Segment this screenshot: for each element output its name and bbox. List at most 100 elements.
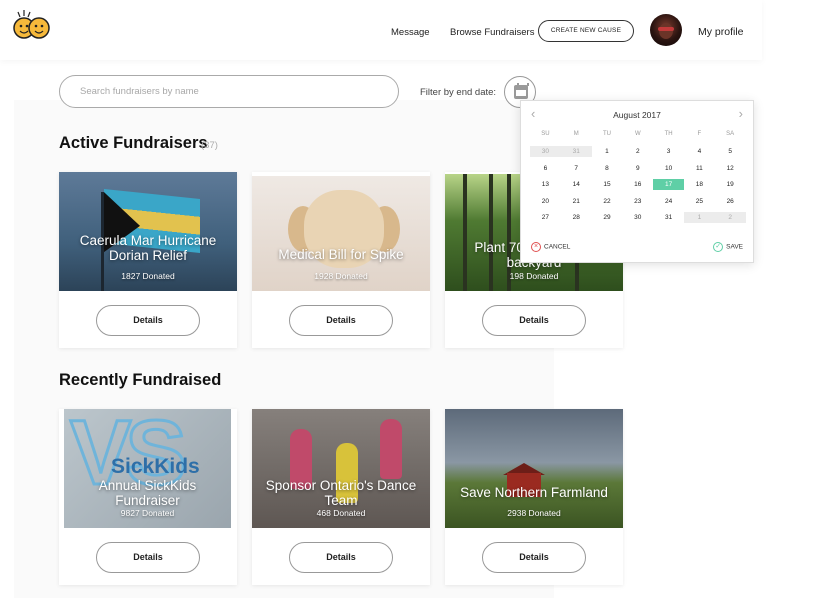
card-donated: 1928 Donated: [314, 271, 368, 281]
fundraiser-card[interactable]: Caerula Mar Hurricane Dorian Relief 1827…: [59, 172, 237, 348]
calendar-day[interactable]: 3: [653, 146, 684, 157]
weekday-label: TU: [602, 131, 611, 137]
card-title: Annual SickKids Fundraiser: [98, 478, 197, 508]
calendar-day[interactable]: 19: [715, 179, 746, 190]
calendar-day[interactable]: 31: [653, 212, 684, 223]
details-button[interactable]: Details: [96, 305, 200, 336]
save-button[interactable]: ✓ SAVE: [713, 242, 743, 252]
card-image-sickkids: VS SickKids Annual SickKids Fundraiser 9…: [64, 409, 231, 528]
calendar-day[interactable]: 7: [561, 163, 592, 174]
calendar-day[interactable]: 15: [592, 179, 623, 190]
calendar-day[interactable]: 26: [715, 196, 746, 207]
details-button[interactable]: Details: [482, 542, 586, 573]
check-icon: ✓: [713, 242, 724, 252]
calendar-day[interactable]: 16: [622, 179, 653, 190]
nav-browse-link[interactable]: Browse Fundraisers: [450, 27, 534, 38]
search-input[interactable]: [59, 75, 399, 108]
card-title: Medical Bill for Spike: [278, 247, 404, 262]
details-button[interactable]: Details: [96, 542, 200, 573]
details-button[interactable]: Details: [289, 305, 393, 336]
calendar-day[interactable]: 14: [561, 179, 592, 190]
top-nav: Message Browse Fundraisers CREATE NEW CA…: [0, 0, 762, 60]
fundraiser-card[interactable]: Save Northern Farmland 2938 Donated Deta…: [445, 409, 623, 585]
calendar-day[interactable]: 12: [715, 163, 746, 174]
card-image-dancers: Sponsor Ontario's Dance Team 468 Donated: [252, 409, 430, 528]
calendar-day[interactable]: 10: [653, 163, 684, 174]
calendar-day[interactable]: 5: [715, 146, 746, 157]
calendar-day[interactable]: 21: [561, 196, 592, 207]
calendar-day-selected[interactable]: 17: [653, 179, 684, 191]
fundraiser-card[interactable]: VS SickKids Annual SickKids Fundraiser 9…: [59, 409, 237, 585]
calendar-day[interactable]: 30: [622, 212, 653, 223]
card-title: Caerula Mar Hurricane Dorian Relief: [79, 233, 217, 263]
filter-label: Filter by end date:: [420, 87, 497, 98]
calendar-day-outside[interactable]: 2: [714, 212, 746, 224]
save-label: SAVE: [726, 243, 743, 251]
calendar-day-outside[interactable]: 31: [560, 146, 592, 157]
card-donated: 198 Donated: [509, 271, 559, 281]
active-fundraisers-title: Active Fundraisers: [59, 134, 208, 152]
cancel-button[interactable]: × CANCEL: [531, 242, 570, 252]
avatar[interactable]: [650, 14, 682, 46]
calendar-day[interactable]: 27: [530, 212, 561, 223]
card-image-flag: Caerula Mar Hurricane Dorian Relief 1827…: [59, 172, 237, 291]
calendar-icon: [514, 83, 529, 99]
calendar-week: 30 31 1 2 3 4 5: [530, 143, 746, 160]
calendar-day-outside[interactable]: 1: [683, 212, 715, 224]
fundraiser-card[interactable]: Sponsor Ontario's Dance Team 468 Donated…: [252, 409, 430, 585]
details-button[interactable]: Details: [482, 305, 586, 336]
calendar-week: 27 28 29 30 31 1 2: [530, 209, 746, 226]
card-donated: 468 Donated: [316, 508, 366, 518]
calendar-day[interactable]: 8: [592, 163, 623, 174]
card-title: Save Northern Farmland: [460, 485, 608, 500]
calendar-month: August 2017: [613, 110, 661, 120]
calendar-day[interactable]: 18: [684, 179, 715, 190]
avatar-glasses: [658, 27, 674, 31]
weekday-label: W: [634, 131, 641, 137]
calendar-day[interactable]: 24: [653, 196, 684, 207]
card-image-farm: Save Northern Farmland 2938 Donated: [445, 409, 623, 528]
card-donated: 2938 Donated: [507, 508, 561, 518]
weekday-label: TH: [664, 131, 673, 137]
card-image-puppy: Medical Bill for Spike 1928 Donated: [252, 176, 430, 291]
calendar-day[interactable]: 11: [684, 163, 715, 174]
weekday-label: M: [573, 131, 579, 137]
calendar-day[interactable]: 20: [530, 196, 561, 207]
calendar-day[interactable]: 4: [684, 146, 715, 157]
calendar-week: 6 7 8 9 10 11 12: [530, 160, 746, 177]
details-button[interactable]: Details: [289, 542, 393, 573]
calendar-day[interactable]: 29: [592, 212, 623, 223]
logo-icon[interactable]: [12, 6, 52, 42]
calendar-week: 20 21 22 23 24 25 26: [530, 193, 746, 210]
calendar-day[interactable]: 22: [592, 196, 623, 207]
create-cause-button[interactable]: CREATE NEW CAUSE: [538, 20, 634, 42]
calendar-day-outside[interactable]: 30: [530, 146, 561, 157]
card-title: Sponsor Ontario's Dance Team: [265, 478, 417, 508]
weekday-label: SA: [726, 131, 735, 137]
weekday-label: F: [697, 131, 702, 137]
calendar-grid: SU M TU W TH F SA 30 31 1 2 3 4 5 6 7 8 9 10 11 12 13 14 15 16 17…: [530, 131, 746, 226]
card-donated: 9827 Donated: [120, 508, 175, 518]
recently-fundraised-title: Recently Fundraised: [59, 371, 222, 389]
calendar-day[interactable]: 2: [622, 146, 653, 157]
calendar-day[interactable]: 25: [684, 196, 715, 207]
profile-link[interactable]: My profile: [698, 26, 744, 38]
weekday-label: SU: [541, 131, 550, 137]
calendar-day[interactable]: 6: [530, 163, 561, 174]
calendar-day[interactable]: 1: [592, 146, 623, 157]
calendar-week: 13 14 15 16 17 18 19: [530, 176, 746, 193]
chevron-right-icon[interactable]: ›: [739, 107, 743, 121]
card-donated: 1827 Donated: [121, 271, 175, 281]
nav-message-link[interactable]: Message: [391, 27, 430, 38]
cancel-label: CANCEL: [544, 243, 571, 251]
avatar-face: [659, 23, 673, 39]
weekday-header: SU M TU W TH F SA: [530, 131, 746, 143]
sickkids-logo: SickKids: [111, 455, 200, 478]
calendar-day[interactable]: 9: [622, 163, 653, 174]
fundraiser-card[interactable]: Medical Bill for Spike 1928 Donated Deta…: [252, 172, 430, 348]
calendar-day[interactable]: 13: [530, 179, 561, 190]
calendar-day[interactable]: 28: [561, 212, 592, 223]
active-fundraisers-count: (37): [201, 140, 218, 151]
date-picker: ‹ August 2017 › SU M TU W TH F SA 30 31 1 2 3 4 5 6 7 8 9…: [520, 100, 754, 263]
calendar-day[interactable]: 23: [622, 196, 653, 207]
